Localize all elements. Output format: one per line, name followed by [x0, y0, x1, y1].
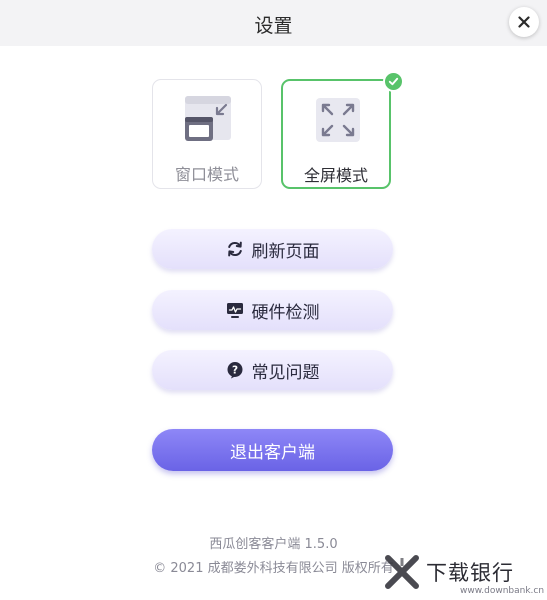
check-icon: [388, 77, 399, 86]
app-version: 西瓜创客客户端 1.5.0: [209, 537, 338, 552]
fullscreen-mode-option[interactable]: 全屏模式: [281, 79, 391, 189]
faq-button[interactable]: ? 常见问题: [152, 350, 393, 390]
exit-client-button[interactable]: 退出客户端: [152, 429, 393, 471]
window-mode-option[interactable]: 窗口模式: [152, 79, 262, 189]
watermark-url: www.downbank.cn: [460, 586, 545, 596]
title-bar: 设置: [0, 0, 547, 46]
watermark-text: 下载银行: [426, 561, 514, 585]
question-icon: ?: [227, 362, 242, 379]
close-icon: [518, 16, 530, 28]
exit-client-label: 退出客户端: [230, 442, 315, 463]
window-mode-icon: [185, 96, 231, 141]
watermark-x-icon: [385, 555, 419, 589]
monitor-icon: [226, 303, 243, 318]
refresh-icon: [227, 241, 242, 257]
refresh-page-button[interactable]: 刷新页面: [152, 229, 393, 269]
question-mark-glyph: ?: [231, 364, 237, 376]
hardware-check-button[interactable]: 硬件检测: [152, 290, 393, 330]
window-title: 设置: [254, 15, 293, 37]
window-mode-label: 窗口模式: [174, 165, 239, 184]
hardware-check-label: 硬件检测: [251, 302, 320, 323]
refresh-page-label: 刷新页面: [251, 241, 320, 262]
faq-label: 常见问题: [251, 362, 320, 383]
selected-check-badge: [383, 71, 404, 92]
fullscreen-mode-icon: [316, 98, 360, 142]
fullscreen-mode-label: 全屏模式: [303, 166, 368, 185]
close-button[interactable]: [509, 7, 539, 37]
